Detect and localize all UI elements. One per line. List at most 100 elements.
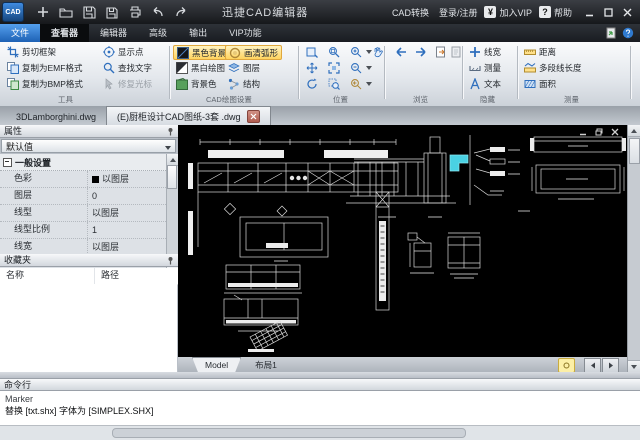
ribbon-help-icon[interactable] (622, 27, 634, 39)
property-category[interactable]: 一般设置 (0, 154, 178, 171)
preset-dropdown[interactable]: 默认值 (1, 139, 176, 153)
hand-pan-button[interactable] (369, 45, 387, 59)
show-points-button[interactable]: 显示点 (100, 45, 147, 59)
bw-drawing-button[interactable]: 黑白绘图 (173, 61, 228, 75)
sheet-prev-button[interactable] (584, 358, 601, 373)
pan-button[interactable] (303, 61, 321, 75)
zoom-extents-button[interactable] (325, 61, 343, 75)
back-arrow-icon (395, 46, 407, 58)
scrollbar-thumb[interactable] (629, 138, 640, 164)
clip-frame-button[interactable]: 剪切框架 (4, 45, 59, 59)
hide-lineweight-button[interactable]: 线宽 (466, 45, 504, 59)
previous-view-button[interactable] (303, 45, 321, 59)
favorites-columns: 名称 路径 (0, 268, 178, 285)
close-button[interactable] (623, 8, 632, 17)
properties-header: 属性 (0, 125, 178, 138)
hide-text-button[interactable]: 文本 (466, 77, 504, 91)
save-icon[interactable] (82, 5, 96, 19)
page-icon (450, 46, 462, 58)
back-button[interactable] (392, 45, 410, 59)
sheet-next-button[interactable] (602, 358, 619, 373)
scroll-up-icon[interactable] (628, 125, 640, 137)
structure-button[interactable]: 结构 (225, 77, 263, 91)
background-color-button[interactable]: 背景色 (173, 77, 220, 91)
property-row[interactable]: 色彩 以图层 (0, 171, 178, 188)
minimize-button[interactable] (585, 8, 594, 17)
black-background-button[interactable]: 黑色背景 (173, 45, 230, 60)
property-row[interactable]: 线型比例 1 (0, 222, 178, 239)
pin-icon[interactable] (166, 256, 175, 265)
ribbon: 剪切框架 复制为EMF格式 复制为BMP格式 显示点 查找文字 修复光标 工具 … (0, 42, 640, 107)
doc-tab-close-icon[interactable] (247, 110, 260, 123)
tab-viewer[interactable]: 查看器 (40, 24, 89, 42)
cad-convert-button[interactable]: CAD转换 (389, 6, 429, 19)
rotate-view-button[interactable] (303, 77, 321, 91)
child-close-icon[interactable] (611, 128, 619, 136)
layers-button[interactable]: 图层 (225, 61, 263, 75)
measure-polyline-button[interactable]: 多段线长度 (521, 61, 585, 75)
fix-cursor-button[interactable]: 修复光标 (100, 77, 155, 91)
quick-access-toolbar (36, 5, 188, 19)
save-as-icon[interactable] (105, 5, 119, 19)
login-button[interactable]: 登录/注册 (436, 6, 478, 19)
paste-doc-icon[interactable] (605, 27, 617, 39)
notification-icon[interactable] (558, 358, 575, 373)
child-restore-icon[interactable] (595, 128, 603, 136)
scrollbar-thumb[interactable] (167, 165, 177, 189)
zoom-selection-icon (328, 78, 340, 90)
show-points-icon (103, 46, 115, 58)
zoom-previous-button[interactable] (347, 77, 375, 91)
property-row[interactable]: 线型 以图层 (0, 205, 178, 222)
new-file-icon[interactable] (36, 5, 50, 19)
sheet-tab-model[interactable]: Model (192, 357, 241, 372)
doc-tab-cabinet-active[interactable]: (E)厨柜设计CAD图纸-3套 .dwg (106, 106, 271, 125)
scroll-down-icon[interactable] (628, 360, 640, 372)
child-minimize-icon[interactable] (579, 128, 587, 136)
copy-bmp-button[interactable]: 复制为BMP格式 (4, 77, 86, 91)
drawing-canvas[interactable] (178, 125, 627, 357)
copy-emf-button[interactable]: 复制为EMF格式 (4, 61, 85, 75)
property-row[interactable]: 图层 0 (0, 188, 178, 205)
tab-vip[interactable]: VIP功能 (218, 24, 273, 42)
forward-button[interactable] (412, 45, 430, 59)
help-button[interactable]: ? 帮助 (539, 6, 572, 19)
dropdown-arrow-icon (366, 66, 372, 70)
zoom-out-icon (350, 62, 362, 74)
measure-area-button[interactable]: 面积 (521, 77, 559, 91)
zoom-out-button[interactable] (347, 61, 375, 75)
tab-output[interactable]: 输出 (178, 24, 218, 42)
smooth-arcs-icon (229, 47, 241, 59)
lineweight-icon (469, 46, 481, 58)
command-output-line: 替换 [txt.shx] 字体为 [SIMPLEX.SHX] (5, 405, 635, 417)
collapse-icon[interactable] (3, 158, 12, 167)
smooth-arcs-button[interactable]: 画清弧形 (225, 45, 282, 60)
vertical-scrollbar[interactable] (627, 125, 640, 372)
pan-arrows-icon (306, 62, 318, 74)
favorites-list[interactable] (0, 284, 177, 372)
sheet-tab-layout1[interactable]: 布局1 (255, 359, 277, 371)
measure-distance-button[interactable]: 距离 (521, 45, 559, 59)
structure-icon (228, 78, 240, 90)
zoom-window-button[interactable] (325, 45, 343, 59)
previous-view-icon (306, 46, 318, 58)
zoom-selection-button[interactable] (325, 77, 343, 91)
cursor-icon (103, 78, 115, 90)
tab-advanced[interactable]: 高级 (138, 24, 178, 42)
column-name[interactable]: 名称 (0, 268, 94, 284)
hide-measure-button[interactable]: 测量 (466, 61, 504, 75)
tab-file[interactable]: 文件 (0, 24, 40, 42)
redo-icon[interactable] (174, 5, 188, 19)
goto-page2-button[interactable] (447, 45, 465, 59)
doc-tab-lamborghini[interactable]: 3DLamborghini.dwg (6, 108, 106, 125)
undo-icon[interactable] (151, 5, 165, 19)
join-vip-button[interactable]: ¥ 加入VIP (484, 6, 532, 19)
maximize-button[interactable] (604, 8, 613, 17)
find-text-button[interactable]: 查找文字 (100, 61, 155, 75)
tab-editor[interactable]: 编辑器 (89, 24, 138, 42)
command-input[interactable] (112, 428, 466, 438)
pin-icon[interactable] (166, 127, 175, 136)
favorites-header: 收藏夹 (0, 254, 178, 267)
column-path[interactable]: 路径 (94, 268, 178, 284)
print-icon[interactable] (128, 5, 142, 19)
open-file-icon[interactable] (59, 5, 73, 19)
